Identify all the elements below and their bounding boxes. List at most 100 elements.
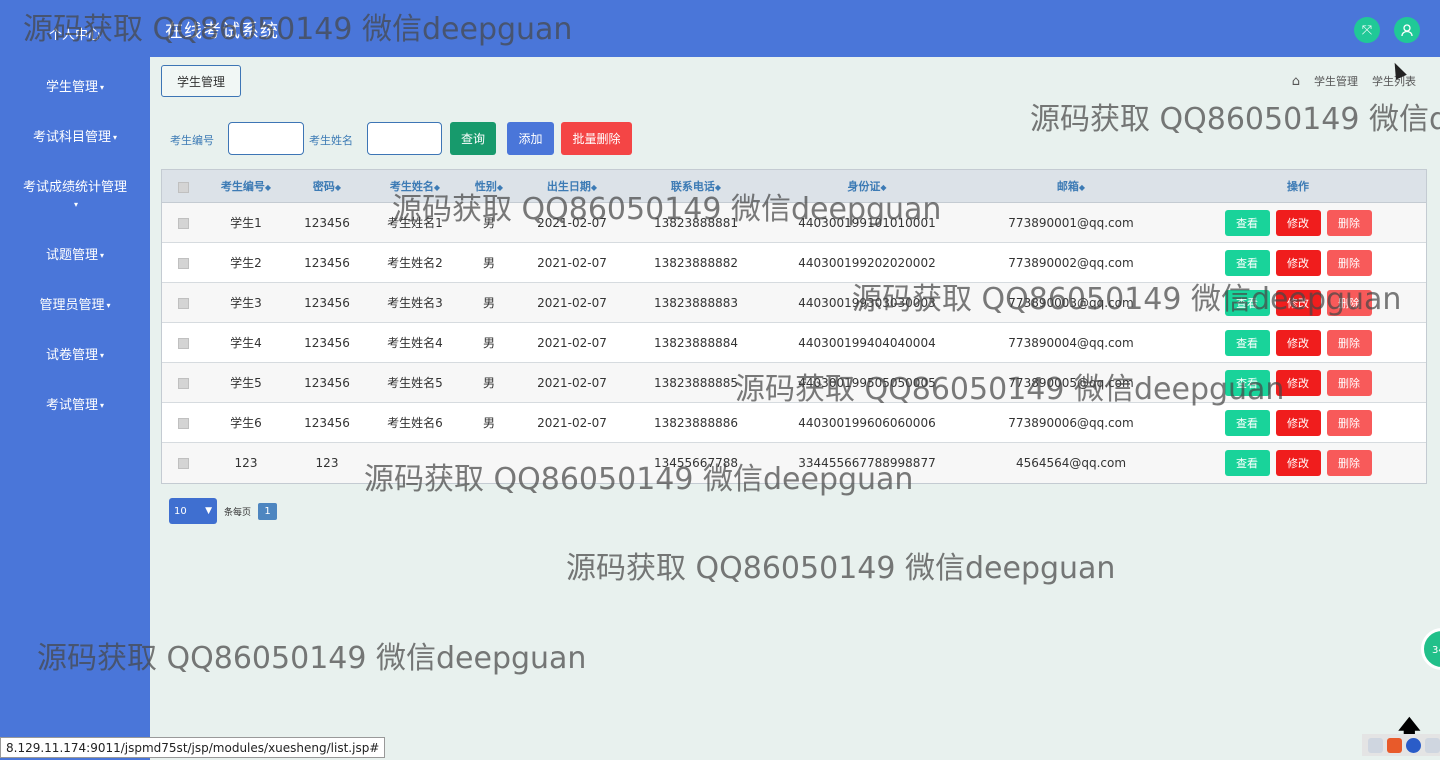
cell-birthdate: 2021-02-07 [537,295,607,310]
header-password[interactable]: 密码◆ [288,178,366,194]
chevron-down-icon: ▾ [100,83,105,92]
sidebar-item-profile[interactable]: 个人中心 [0,27,150,44]
home-icon[interactable]: ⌂ [1292,74,1300,89]
cell-birthdate: 2021-02-07 [537,255,607,270]
edit-button[interactable]: 修改 [1275,209,1321,236]
sidebar-item-subjects[interactable]: 考试科目管理 ▾ [0,129,150,146]
cell-phone: 13823888885 [654,375,738,390]
cell-student-no: 学生5 [230,376,262,390]
add-button[interactable]: 添加 [507,122,554,155]
table-body: 学生1 123456 考生姓名1 男 2021-02-07 13823888881 4403… [162,203,1426,483]
view-button[interactable]: 查看 [1224,289,1270,316]
sidebar-item-admins[interactable]: 管理员管理 ▾ [0,297,150,314]
student-table: 考生编号◆ 密码◆ 考生姓名◆ 性别◆ 出生日期◆ 联系电话◆ 身份证◆ 邮箱◆… [161,169,1427,484]
fullscreen-icon[interactable]: ⤧ [1354,17,1380,43]
edit-button[interactable]: 修改 [1275,450,1321,476]
header-phone[interactable]: 联系电话◆ [630,178,762,194]
header-email[interactable]: 邮箱◆ [972,178,1170,194]
page-size-select[interactable]: 10 ▼ [169,498,217,524]
cell-student-name: 考生姓名4 [387,336,443,350]
per-page-label: 条每页 [224,508,252,518]
row-checkbox[interactable] [177,417,189,429]
delete-button[interactable]: 删除 [1326,209,1372,236]
edit-button[interactable]: 修改 [1275,249,1321,276]
cell-email: 773890005@qq.com [1008,375,1134,390]
cell-email: 773890004@qq.com [1008,335,1134,350]
breadcrumb-item[interactable]: 学生管理 [1314,73,1358,89]
cell-student-name: 考生姓名1 [387,216,443,230]
cell-email: 4564564@qq.com [1015,456,1127,470]
row-checkbox[interactable] [177,217,189,229]
table-row: 学生6 123456 考生姓名6 男 2021-02-07 13823888886 4403… [162,403,1426,443]
delete-button[interactable]: 删除 [1326,289,1372,316]
cell-phone: 13823888884 [654,335,738,350]
view-button[interactable]: 查看 [1224,409,1270,436]
student-name-input[interactable] [367,122,442,155]
row-checkbox[interactable] [177,297,189,309]
header-student-no[interactable]: 考生编号◆ [204,178,288,194]
delete-button[interactable]: 删除 [1326,450,1372,476]
sidebar-item-exams[interactable]: 考试管理 ▾ [0,397,150,414]
edit-button[interactable]: 修改 [1275,329,1321,356]
sidebar-item-students[interactable]: 学生管理 ▾ [0,79,150,96]
sidebar-item-questions[interactable]: 试题管理 ▾ [0,247,150,264]
query-button[interactable]: 查询 [450,122,496,155]
sidebar-item-papers[interactable]: 试卷管理 ▾ [0,347,150,364]
row-checkbox[interactable] [177,257,189,269]
sort-icon: ◆ [1078,183,1086,192]
chevron-down-icon: ▾ [100,351,105,360]
delete-button[interactable]: 删除 [1326,409,1372,436]
cell-student-name: 考生姓名6 [387,416,443,430]
student-no-input[interactable] [228,122,304,155]
user-glyph [1401,24,1413,37]
view-button[interactable]: 查看 [1224,329,1270,356]
edit-button[interactable]: 修改 [1275,409,1321,436]
header-id-card[interactable]: 身份证◆ [762,178,972,194]
header-gender[interactable]: 性别◆ [464,178,514,194]
view-button[interactable]: 查看 [1224,369,1270,396]
tray-icon[interactable] [1368,737,1383,753]
user-icon[interactable] [1394,17,1420,43]
sort-icon: ◆ [496,183,504,192]
cell-email: 773890006@qq.com [1008,415,1134,430]
cell-gender: 男 [482,296,495,310]
view-button[interactable]: 查看 [1224,450,1270,476]
delete-button[interactable]: 删除 [1326,249,1372,276]
header-actions: 操作 [1287,180,1309,193]
help-icon[interactable] [1406,737,1421,753]
table-row: 学生1 123456 考生姓名1 男 2021-02-07 13823888881 4403… [162,203,1426,243]
delete-button[interactable]: 删除 [1326,369,1372,396]
cell-email: 773890002@qq.com [1008,255,1134,270]
chevron-down-icon: ▾ [113,133,118,142]
delete-button[interactable]: 删除 [1326,329,1372,356]
cell-student-no: 学生4 [230,336,262,350]
batch-delete-button[interactable]: 批量删除 [561,122,632,155]
header-student-name[interactable]: 考生姓名◆ [366,178,464,194]
cell-id-card: 440300199606060006 [798,415,936,430]
student-no-label: 考生编号 [170,134,214,147]
sidebar-item-score-stats[interactable]: 考试成绩统计管理▾ [0,179,150,213]
cell-birthdate: 2021-02-07 [537,215,607,230]
tray-icon[interactable] [1387,737,1402,753]
edit-button[interactable]: 修改 [1275,369,1321,396]
page-number-current[interactable]: 1 [258,503,277,520]
row-checkbox[interactable] [177,458,189,469]
tray-icon[interactable] [1425,737,1440,753]
row-checkbox[interactable] [177,337,189,349]
watermark: 源码获取 QQ86050149 微信deepguan [1030,102,1440,137]
cell-password: 123456 [304,415,350,430]
header-birthdate[interactable]: 出生日期◆ [514,178,630,194]
row-actions: 查看 修改 删除 [1170,409,1426,436]
row-checkbox[interactable] [177,377,189,389]
view-button[interactable]: 查看 [1224,249,1270,276]
row-actions: 查看 修改 删除 [1170,249,1426,276]
float-badge[interactable]: 34 [1421,628,1440,670]
select-all-checkbox[interactable] [177,181,189,193]
page-title: 学生管理 [161,65,241,97]
chevron-down-icon: ▾ [73,200,78,209]
cell-student-no: 学生3 [230,296,262,310]
view-button[interactable]: 查看 [1224,209,1270,236]
cell-password: 123456 [304,375,350,390]
cell-birthdate: 2021-02-07 [537,415,607,430]
edit-button[interactable]: 修改 [1275,289,1321,316]
